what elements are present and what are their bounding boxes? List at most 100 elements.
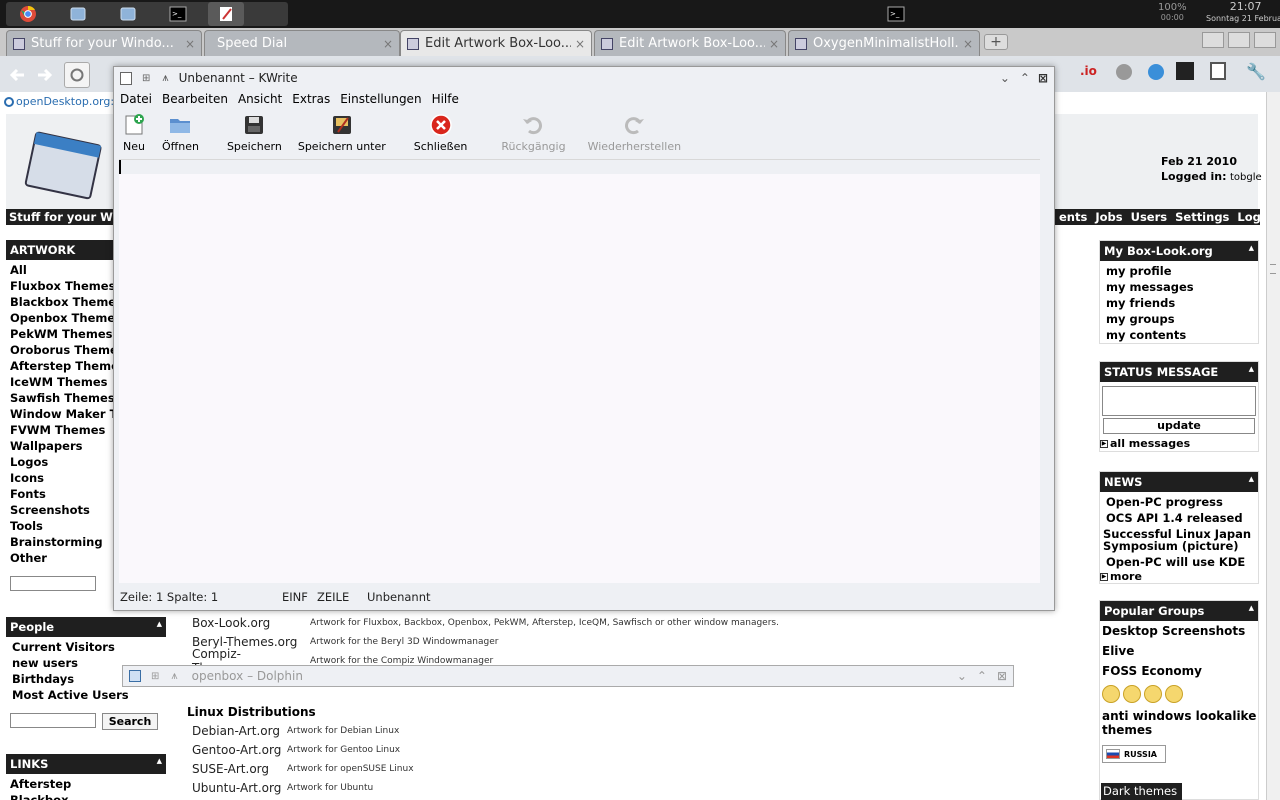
menu-ansicht[interactable]: Ansicht <box>238 92 282 106</box>
menu-einstellungen[interactable]: Einstellungen <box>340 92 421 106</box>
my-box-item[interactable]: my contents <box>1100 327 1258 343</box>
redo-button[interactable]: Wiederherstellen <box>584 109 685 153</box>
extension-globe-icon[interactable] <box>1148 64 1164 80</box>
minimize-button[interactable] <box>1202 32 1224 48</box>
opendesktop-logo[interactable]: openDesktop.org: <box>4 95 114 108</box>
close-icon[interactable]: ⊠ <box>1038 71 1048 85</box>
links-item[interactable]: Afterstep <box>10 776 166 792</box>
artwork-search-input[interactable] <box>10 576 96 591</box>
page-menu-icon[interactable] <box>1210 62 1226 80</box>
tab-close-icon[interactable]: × <box>575 37 585 51</box>
scrollbar-grip[interactable] <box>1270 264 1276 274</box>
terminal-task-icon[interactable]: >_ <box>160 2 196 26</box>
logged-in-user[interactable]: tobgle <box>1230 172 1262 183</box>
battery-indicator[interactable]: 100% 00:00 <box>1158 3 1187 23</box>
minimize-icon[interactable]: ⌄ <box>1000 71 1010 85</box>
extension-v-icon[interactable] <box>1176 62 1194 80</box>
nav-link[interactable]: Settings <box>1175 210 1229 224</box>
my-box-item[interactable]: my messages <box>1100 279 1258 295</box>
new-tab-button[interactable]: + <box>984 34 1008 50</box>
back-arrow-icon[interactable] <box>4 62 30 88</box>
news-item[interactable]: Open-PC will use KDE <box>1100 554 1258 570</box>
kwrite-task-icon[interactable] <box>208 2 244 26</box>
linux-site-link[interactable]: Debian-Art.org <box>192 724 287 738</box>
news-more-link[interactable]: ▶ more <box>1100 570 1258 583</box>
maximize-icon[interactable]: ⌃ <box>977 669 987 683</box>
tab-edit-artwork[interactable]: Edit Artwork Box-Loo... × <box>594 30 786 56</box>
save-button[interactable]: Speichern <box>223 109 286 153</box>
collapse-arrow-icon[interactable]: ▲ <box>157 757 162 771</box>
insert-mode[interactable]: EINF <box>282 590 317 604</box>
extension-io-icon[interactable]: .io <box>1080 64 1097 78</box>
close-doc-button[interactable]: Schließen <box>410 109 472 153</box>
my-box-item[interactable]: my profile <box>1100 263 1258 279</box>
extension-avatar-icon[interactable] <box>1116 64 1132 80</box>
terminal-tray-icon[interactable]: >_ <box>878 2 914 26</box>
wrench-menu-icon[interactable]: 🔧 <box>1246 62 1268 82</box>
chrome-task-icon[interactable] <box>10 2 46 26</box>
window-menu-icon[interactable]: ⊞ <box>151 671 159 682</box>
close-icon[interactable]: ⊠ <box>997 669 1007 683</box>
window-menu-icon[interactable]: ⊞ <box>142 73 150 84</box>
people-item[interactable]: Current Visitors <box>12 639 166 655</box>
people-search-button[interactable]: Search <box>102 713 158 730</box>
menu-hilfe[interactable]: Hilfe <box>432 92 459 106</box>
maximize-button[interactable] <box>1228 32 1250 48</box>
dark-themes-badge[interactable]: Dark themes <box>1101 783 1182 800</box>
news-item[interactable]: Successful Linux Japan Symposium (pictur… <box>1100 526 1258 554</box>
minimize-icon[interactable]: ⌄ <box>957 669 967 683</box>
menu-bearbeiten[interactable]: Bearbeiten <box>162 92 228 106</box>
menu-extras[interactable]: Extras <box>292 92 330 106</box>
maximize-icon[interactable]: ⌃ <box>1020 71 1030 85</box>
update-button[interactable]: update <box>1103 418 1255 434</box>
news-item[interactable]: OCS API 1.4 released <box>1100 510 1258 526</box>
keep-above-icon[interactable]: ⩚ <box>162 71 168 85</box>
linux-site-link[interactable]: SUSE-Art.org <box>192 762 287 776</box>
tab-close-icon[interactable]: × <box>769 37 779 51</box>
collapse-arrow-icon[interactable]: ▲ <box>157 620 162 634</box>
group-item[interactable]: FOSS Economy <box>1102 661 1258 681</box>
related-site-link[interactable]: Box-Look.org <box>192 616 310 630</box>
nav-link[interactable]: ents <box>1059 210 1087 224</box>
kwrite-app-icon[interactable] <box>120 71 132 85</box>
tab-oxygen[interactable]: OxygenMinimalistHoll... × <box>788 30 980 56</box>
collapse-arrow-icon[interactable]: ▲ <box>1249 365 1254 379</box>
collapse-arrow-icon[interactable]: ▲ <box>1249 475 1254 489</box>
linux-site-link[interactable]: Gentoo-Art.org <box>192 743 287 757</box>
news-item[interactable]: Open-PC progress <box>1100 494 1258 510</box>
russia-badge[interactable]: RUSSIA <box>1102 745 1166 763</box>
keep-above-icon[interactable]: ⩚ <box>171 669 177 683</box>
all-messages-link[interactable]: ▶ all messages <box>1100 436 1258 451</box>
page-scrollbar[interactable] <box>1266 92 1280 800</box>
my-box-item[interactable]: my groups <box>1100 311 1258 327</box>
tab-stuff[interactable]: Stuff for your Windo... × <box>6 30 202 56</box>
clock[interactable]: 21:07 Sonntag 21 Februar <box>1206 1 1280 25</box>
box-look-logo-icon[interactable] <box>18 128 104 204</box>
collapse-arrow-icon[interactable]: ▲ <box>1249 604 1254 618</box>
tab-close-icon[interactable]: × <box>185 37 195 51</box>
my-box-item[interactable]: my friends <box>1100 295 1258 311</box>
people-search-input[interactable] <box>10 713 96 728</box>
tab-edit-artwork-active[interactable]: Edit Artwork Box-Loo... × <box>400 30 592 56</box>
selection-mode[interactable]: ZEILE <box>317 590 367 604</box>
nav-link[interactable]: Jobs <box>1095 210 1122 224</box>
group-item[interactable]: Desktop Screenshots <box>1102 621 1258 641</box>
kwrite-editor[interactable] <box>119 159 1040 583</box>
file-manager-task-icon[interactable] <box>60 2 96 26</box>
save-as-button[interactable]: Speichern unter <box>294 109 390 153</box>
undo-button[interactable]: Rückgängig <box>497 109 569 153</box>
close-window-button[interactable] <box>1254 32 1276 48</box>
links-item[interactable]: Blackbox <box>10 792 166 800</box>
new-button[interactable]: Neu <box>118 109 150 153</box>
group-item[interactable]: anti windows lookalike themes <box>1102 707 1258 737</box>
forward-arrow-icon[interactable] <box>32 62 58 88</box>
menu-datei[interactable]: Datei <box>120 92 152 106</box>
kwrite-titlebar[interactable]: ⊞ ⩚ Unbenannt – KWrite ⌄ ⌃ ⊠ <box>114 67 1054 89</box>
dolphin-app-icon[interactable] <box>129 670 141 682</box>
nav-link[interactable]: Users <box>1131 210 1168 224</box>
tab-close-icon[interactable]: × <box>383 37 393 51</box>
tab-speed-dial[interactable]: Speed Dial × <box>204 30 400 56</box>
reload-icon[interactable] <box>64 62 90 88</box>
file-manager-task-icon-2[interactable] <box>110 2 146 26</box>
open-button[interactable]: Öffnen <box>158 109 203 153</box>
